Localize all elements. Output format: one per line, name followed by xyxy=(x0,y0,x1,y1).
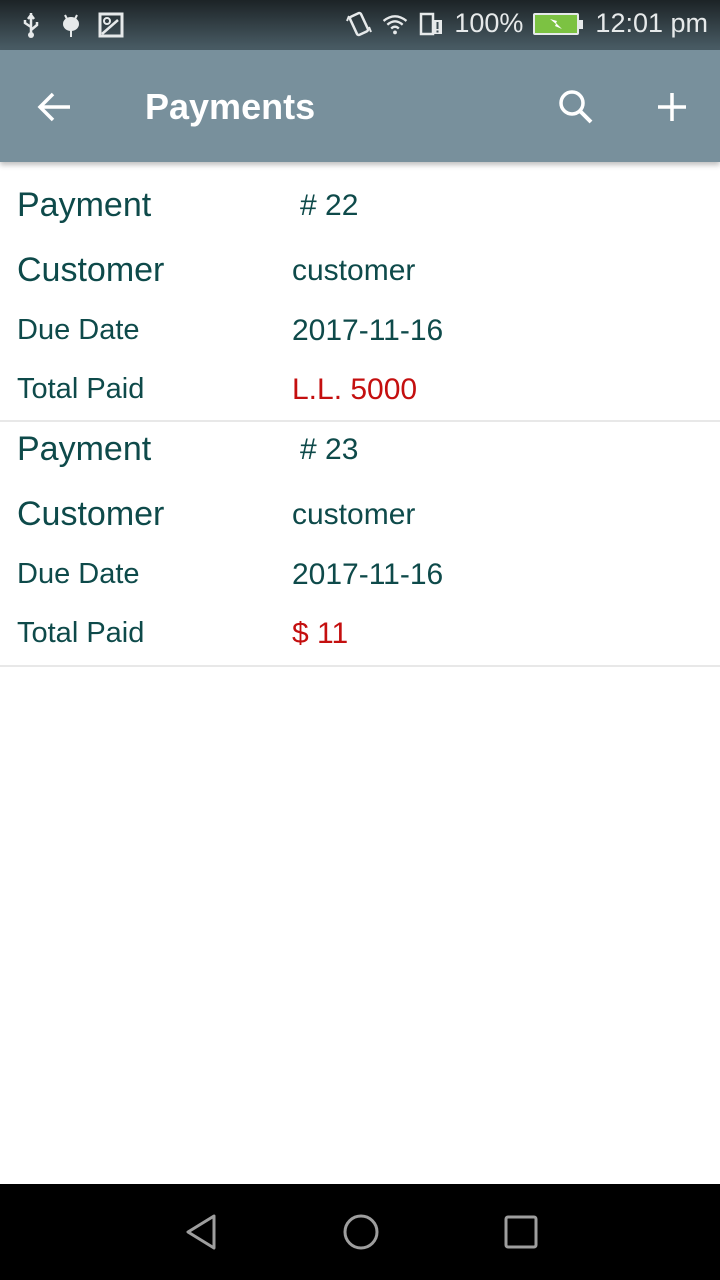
customer-label: Customer xyxy=(17,251,165,289)
payment-card[interactable]: Payment # 22 Customer customer Due Date … xyxy=(0,162,720,422)
vibrate-icon xyxy=(346,9,373,39)
clock: 12:01 pm xyxy=(595,8,708,38)
nav-back-button[interactable] xyxy=(172,1206,232,1258)
due-date-value: 2017-11-16 xyxy=(292,558,444,591)
battery-percent: 100% xyxy=(454,8,524,38)
search-button[interactable] xyxy=(550,82,602,132)
payment-label: Payment xyxy=(17,186,152,224)
plus-icon xyxy=(658,93,686,121)
image-icon xyxy=(98,10,124,40)
total-paid-label: Total Paid xyxy=(17,617,145,649)
total-paid-value: L.L. 5000 xyxy=(292,373,418,406)
back-button[interactable] xyxy=(30,84,80,130)
payment-list: Payment # 22 Customer customer Due Date … xyxy=(0,162,720,667)
arrow-left-icon xyxy=(37,92,70,122)
system-status: 100% 12:01 pm xyxy=(346,8,708,39)
wifi-icon xyxy=(382,9,408,39)
back-triangle-icon xyxy=(186,1214,216,1250)
nav-recents-button[interactable] xyxy=(491,1206,551,1258)
recents-square-icon xyxy=(504,1215,538,1249)
sim-alert-icon xyxy=(418,9,444,39)
customer-value: customer xyxy=(292,254,416,287)
nav-home-button[interactable] xyxy=(331,1206,391,1258)
home-circle-icon xyxy=(343,1214,379,1250)
battery-icon xyxy=(533,12,584,35)
customer-label: Customer xyxy=(17,495,165,533)
page-title: Payments xyxy=(145,86,316,127)
due-date-label: Due Date xyxy=(17,558,140,590)
status-bar: 100% 12:01 pm xyxy=(0,0,720,50)
payment-number: # 22 xyxy=(300,189,359,222)
app-bar: Payments xyxy=(0,50,720,162)
search-icon xyxy=(559,90,593,124)
total-paid-value: $ 11 xyxy=(292,617,349,650)
total-paid-label: Total Paid xyxy=(17,373,145,405)
system-nav-bar xyxy=(0,1184,720,1280)
customer-value: customer xyxy=(292,498,416,531)
notification-icons xyxy=(18,10,124,40)
due-date-value: 2017-11-16 xyxy=(292,314,444,347)
payment-number: # 23 xyxy=(300,433,359,466)
payment-card[interactable]: Payment # 23 Customer customer Due Date … xyxy=(0,422,720,667)
usb-icon xyxy=(18,10,44,40)
due-date-label: Due Date xyxy=(17,314,140,346)
payment-label: Payment xyxy=(17,430,152,468)
add-payment-button[interactable] xyxy=(646,82,698,132)
android-debug-icon xyxy=(58,10,84,40)
